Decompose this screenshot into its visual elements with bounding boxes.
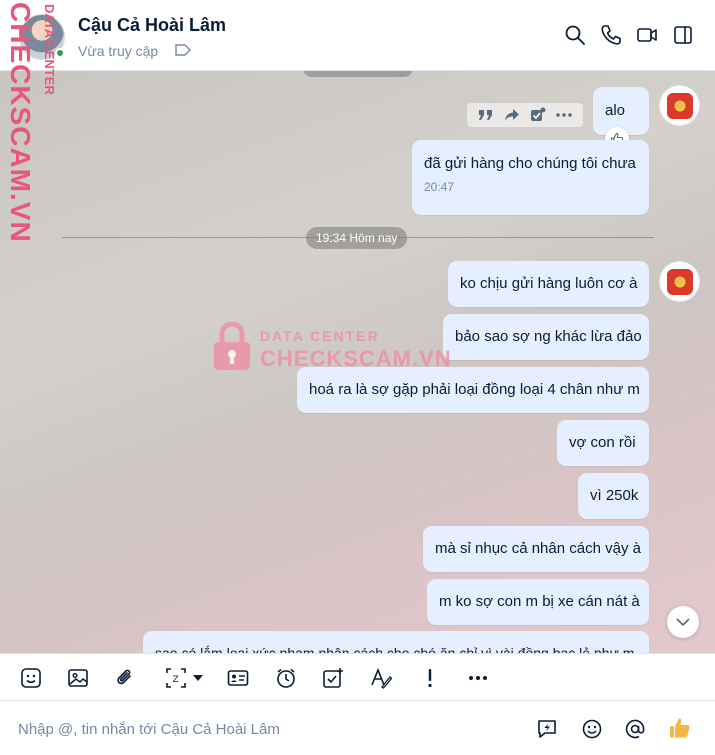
more-icon[interactable] xyxy=(466,666,490,690)
message-text: bảo sao sợ ng khác lừa đảo xyxy=(455,328,642,345)
message-text: đã gửi hàng cho chúng tôi chưa xyxy=(424,155,636,172)
screenshot-icon[interactable]: Z xyxy=(162,666,206,690)
message-bubble[interactable]: vợ con rồi xyxy=(557,420,649,466)
message-bubble[interactable]: vì 250k xyxy=(578,473,649,519)
svg-text:Z: Z xyxy=(173,675,179,685)
image-icon[interactable] xyxy=(66,666,90,690)
watermark-center-main: CHECKSCAM.VN xyxy=(260,346,452,371)
contact-status: Vừa truy cập xyxy=(78,43,159,59)
more-icon[interactable] xyxy=(555,106,573,124)
watermark-side: CHECKSCAM.VN DATA CENTER xyxy=(2,2,60,243)
video-call-icon[interactable] xyxy=(636,24,658,46)
mention-icon[interactable] xyxy=(623,717,647,741)
message-text: hoá ra là sợ gặp phải loại đồng loại 4 c… xyxy=(309,381,640,398)
select-icon[interactable] xyxy=(529,106,547,124)
date-chip-partial xyxy=(303,71,413,77)
scroll-to-bottom-button[interactable] xyxy=(667,606,699,638)
task-icon[interactable] xyxy=(321,666,345,690)
message-input[interactable] xyxy=(18,717,518,741)
caret-down-icon[interactable] xyxy=(193,675,203,681)
sender-avatar[interactable] xyxy=(659,85,700,126)
attachment-icon[interactable] xyxy=(113,666,137,690)
message-text: sao có lắm loại xức phạm nhân cách cho c… xyxy=(155,645,635,653)
lock-icon xyxy=(214,321,250,370)
date-divider-label: 19:34 Hôm nay xyxy=(306,227,408,249)
composer-toolbar: Z xyxy=(0,653,715,701)
message-text: mà sỉ nhục cả nhân cách vậy à xyxy=(435,540,641,557)
tag-icon[interactable] xyxy=(175,44,191,56)
message-composer xyxy=(0,701,715,755)
sticker-icon[interactable] xyxy=(19,666,43,690)
message-hover-actions xyxy=(467,103,583,127)
sidebar-toggle-icon[interactable] xyxy=(672,24,694,46)
message-text: vợ con rồi xyxy=(569,434,636,451)
message-bubble[interactable]: ko chịu gửi hàng luôn cơ à xyxy=(448,261,649,307)
phone-icon[interactable] xyxy=(600,24,622,46)
watermark-side-text: CHECKSCAM.VN xyxy=(5,2,36,243)
message-text: alo xyxy=(605,102,626,119)
chat-header: Cậu Cả Hoài Lâm Vừa truy cập xyxy=(0,0,715,71)
message-text: m ko sợ con m bị xe cán nát à xyxy=(439,593,640,610)
chevron-down-icon xyxy=(676,618,690,627)
search-icon[interactable] xyxy=(564,24,586,46)
watermark-center: DATA CENTER CHECKSCAM.VN xyxy=(212,320,452,380)
reminder-icon[interactable] xyxy=(274,666,298,690)
message-bubble[interactable]: mà sỉ nhục cả nhân cách vậy à xyxy=(423,526,649,572)
emoji-icon[interactable] xyxy=(580,717,604,741)
thumbs-up-icon[interactable] xyxy=(667,715,693,741)
message-text: vì 250k xyxy=(590,487,639,504)
message-bubble[interactable]: đã gửi hàng cho chúng tôi chưa 20:47 xyxy=(412,140,649,215)
sender-avatar[interactable] xyxy=(659,261,700,302)
message-bubble[interactable]: sao có lắm loại xức phạm nhân cách cho c… xyxy=(143,631,649,653)
watermark-center-top: DATA CENTER xyxy=(260,328,380,344)
contact-card-icon[interactable] xyxy=(226,666,250,690)
message-time: 20:47 xyxy=(424,180,455,194)
urgent-icon[interactable] xyxy=(418,666,442,690)
message-bubble[interactable]: m ko sợ con m bị xe cán nát à xyxy=(427,579,649,625)
message-text: ko chịu gửi hàng luôn cơ à xyxy=(460,275,638,292)
message-list[interactable]: alo đã gửi hàng cho chúng tôi chưa 20:47… xyxy=(0,71,715,653)
contact-name[interactable]: Cậu Cả Hoài Lâm xyxy=(78,15,226,36)
watermark-side-small: DATA CENTER xyxy=(42,4,57,95)
text-format-icon[interactable] xyxy=(369,666,393,690)
message-bubble[interactable]: bảo sao sợ ng khác lừa đảo xyxy=(443,314,649,360)
quick-message-icon[interactable] xyxy=(535,717,559,741)
forward-icon[interactable] xyxy=(503,106,521,124)
quote-icon[interactable] xyxy=(477,106,495,124)
